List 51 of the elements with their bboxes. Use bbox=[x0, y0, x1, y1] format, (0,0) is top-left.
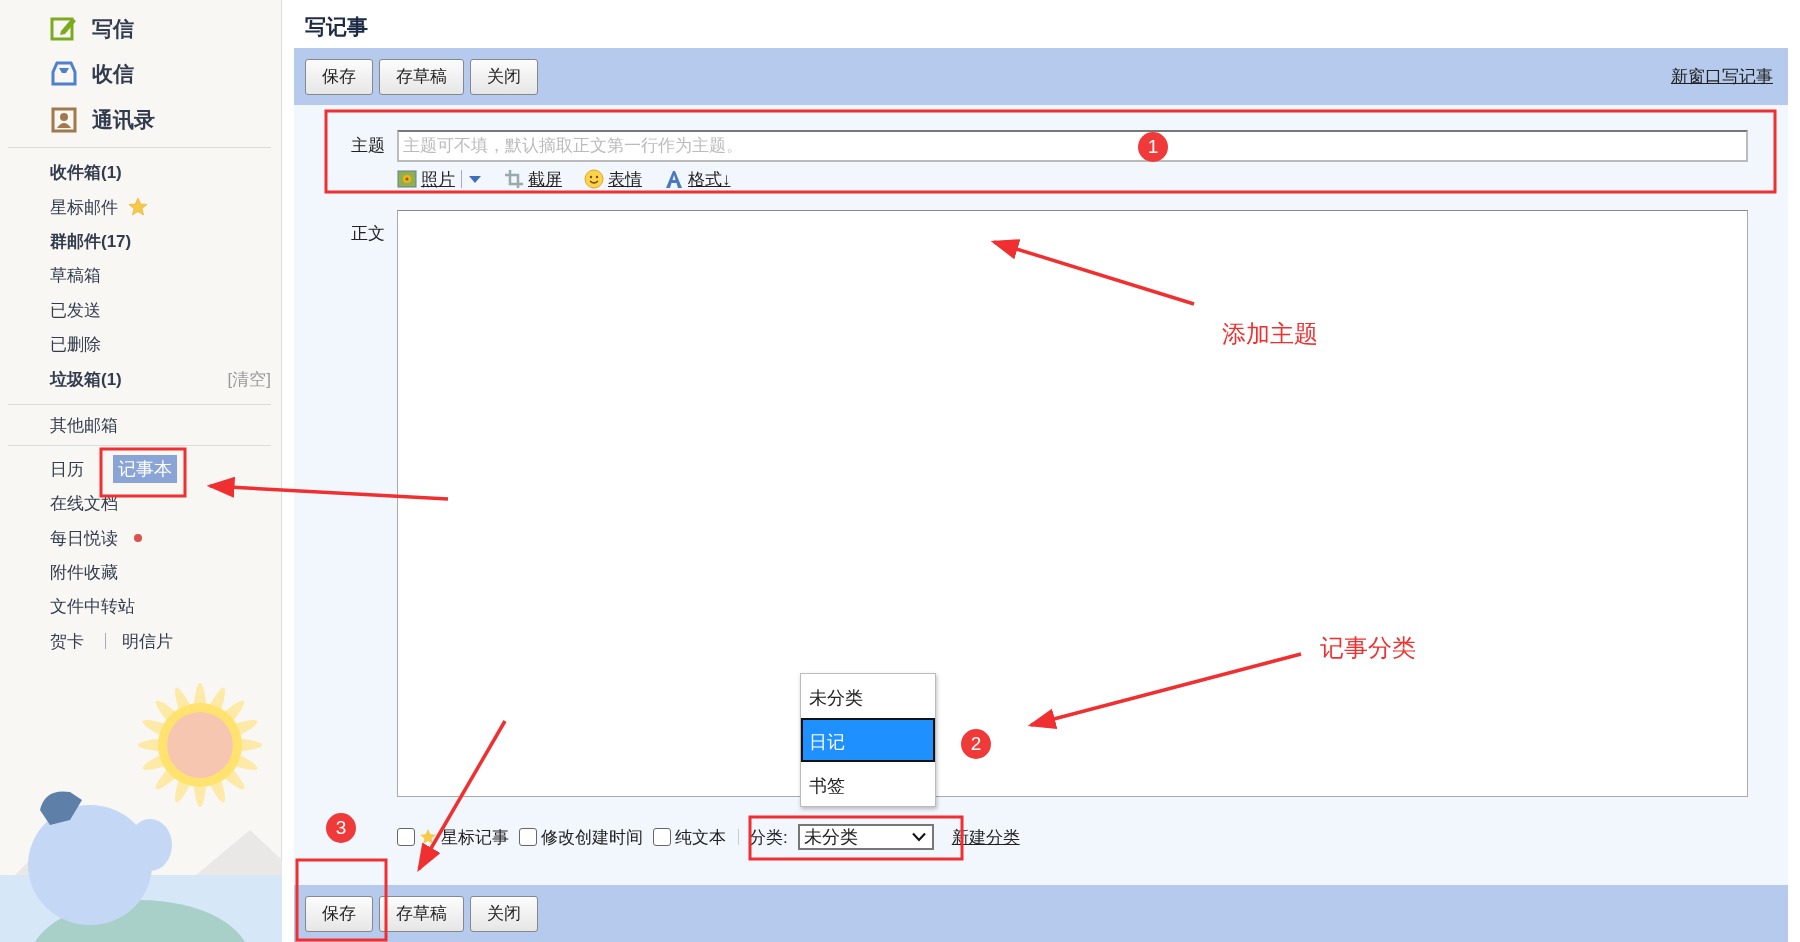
insert-link[interactable]: 截屏 bbox=[528, 167, 562, 191]
dropdown-option[interactable]: 书签 bbox=[800, 762, 935, 806]
new-window-link[interactable]: 新窗口写记事 bbox=[1671, 65, 1773, 88]
checkbox[interactable] bbox=[653, 828, 671, 846]
toolbar-button[interactable]: 关闭 bbox=[470, 58, 538, 95]
folder-link[interactable]: 已发送 bbox=[50, 298, 101, 322]
checkbox[interactable] bbox=[397, 828, 415, 846]
dropdown-option[interactable]: 未分类 bbox=[800, 674, 935, 718]
checkbox-label: 纯文本 bbox=[675, 826, 726, 849]
nav-link[interactable]: 通讯录 bbox=[92, 105, 155, 134]
chevron-down-icon bbox=[911, 832, 926, 842]
category-select[interactable]: 未分类 bbox=[797, 824, 934, 850]
crop-icon bbox=[504, 169, 524, 189]
app-link[interactable]: 贺卡 bbox=[45, 627, 89, 655]
folder-link[interactable]: 群邮件(17) bbox=[50, 229, 132, 253]
folder-link[interactable]: 星标邮件 bbox=[50, 195, 118, 219]
insert-link[interactable]: 照片 bbox=[421, 167, 455, 191]
smiley-icon bbox=[584, 169, 604, 189]
dropdown-caret-icon[interactable] bbox=[468, 174, 482, 184]
page-title: 写记事 bbox=[304, 14, 369, 40]
app-link[interactable]: 明信片 bbox=[117, 627, 178, 655]
toolbar-button[interactable]: 保存 bbox=[305, 58, 373, 95]
checkbox-label: 星标记事 bbox=[441, 826, 509, 849]
annotation-text: 记事分类 bbox=[1320, 633, 1416, 663]
folder-link[interactable]: 其他邮箱 bbox=[50, 413, 118, 437]
checkbox-label: 修改创建时间 bbox=[541, 826, 643, 849]
toolbar-button[interactable]: 存草稿 bbox=[379, 895, 464, 932]
annotation-text: 添加主题 bbox=[1222, 319, 1318, 349]
field-label: 分类: bbox=[749, 826, 788, 849]
folder-link[interactable]: 垃圾箱(1) bbox=[50, 367, 122, 391]
app-link[interactable]: 每日悦读 bbox=[45, 524, 123, 552]
folder-link[interactable]: 草稿箱 bbox=[50, 264, 101, 288]
toolbar-button[interactable]: 关闭 bbox=[470, 895, 538, 932]
toolbar-button[interactable]: 保存 bbox=[305, 895, 373, 932]
app-link[interactable]: 日历 bbox=[45, 455, 89, 483]
contact-card-icon bbox=[50, 105, 78, 134]
inbox-icon bbox=[50, 60, 78, 89]
app-link[interactable]: 附件收藏 bbox=[45, 559, 123, 587]
folder-link[interactable]: 已删除 bbox=[50, 333, 101, 357]
field-label: 主题 bbox=[350, 135, 385, 157]
photo-icon bbox=[397, 169, 417, 189]
insert-link[interactable]: 格式↓ bbox=[688, 167, 731, 191]
app-link[interactable]: 文件中转站 bbox=[45, 593, 140, 621]
nav-link[interactable]: 写信 bbox=[92, 14, 134, 43]
checkbox[interactable] bbox=[519, 828, 537, 846]
insert-link[interactable]: 表情 bbox=[608, 167, 642, 191]
folder-link[interactable]: 收件箱(1) bbox=[50, 161, 122, 185]
field-label: 正文 bbox=[350, 223, 385, 245]
nav-link[interactable]: 收信 bbox=[92, 60, 134, 89]
font-format-icon bbox=[664, 169, 684, 189]
toolbar-button[interactable]: 存草稿 bbox=[379, 58, 464, 95]
